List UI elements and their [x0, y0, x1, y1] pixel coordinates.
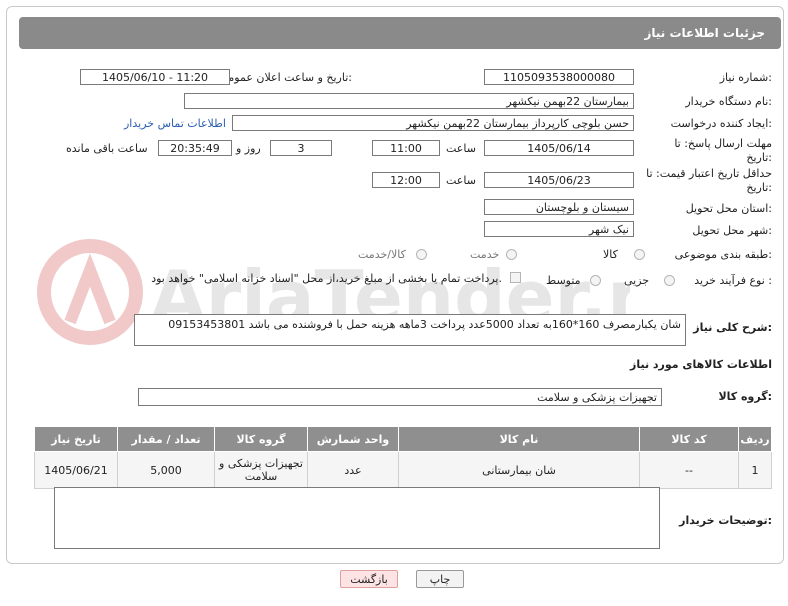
- col-row-header: ردیف: [738, 426, 772, 452]
- back-button[interactable]: بازگشت: [340, 570, 398, 588]
- reply-date-field: 1405/06/14: [484, 140, 634, 156]
- price-date-field: 1405/06/23: [484, 172, 634, 188]
- description-label: شرح کلی نیاز:: [693, 321, 772, 334]
- reply-deadline-label: مهلت ارسال پاسخ: تا تاریخ:: [674, 137, 772, 164]
- delivery-city-field: نیک شهر: [484, 221, 634, 237]
- goods-table: ردیف کد کالا نام کالا واحد شمارش گروه کا…: [34, 426, 772, 489]
- cell-row: 1: [738, 451, 772, 489]
- col-name-header: نام کالا: [398, 426, 640, 452]
- buyer-contact-link[interactable]: اطلاعات تماس خریدار: [124, 117, 226, 130]
- need-number-label: شماره نیاز:: [719, 71, 772, 84]
- purchase-minor-label: جزیی: [624, 274, 650, 287]
- delivery-province-label: استان محل تحویل:: [685, 202, 772, 215]
- goods-group-field: تجهیزات پزشکی و سلامت: [138, 388, 662, 406]
- treasury-payment-note: پرداخت تمام یا بخشی از مبلغ خرید،از محل …: [151, 272, 502, 285]
- price-validity-label: حداقل تاریخ اعتبار قیمت: تا تاریخ:: [646, 167, 772, 194]
- col-code-header: کد کالا: [639, 426, 739, 452]
- category-goods-service-label: کالا/خدمت: [358, 248, 406, 261]
- cell-qty: 5,000: [117, 451, 215, 489]
- delivery-province-field: سیستان و بلوچستان: [484, 199, 634, 215]
- purchase-medium-radio[interactable]: [590, 275, 601, 286]
- col-date-header: تاریخ نیاز: [34, 426, 118, 452]
- announce-label: تاریخ و ساعت اعلان عمومی:: [219, 71, 352, 84]
- purchase-type-label: نوع فرآیند خرید :: [694, 274, 772, 287]
- creator-label: ایجاد کننده درخواست:: [670, 117, 772, 130]
- buyer-notes-field[interactable]: [54, 487, 660, 549]
- category-service-radio[interactable]: [506, 249, 517, 260]
- category-goods-radio[interactable]: [634, 249, 645, 260]
- buyer-org-label: نام دستگاه خریدار:: [685, 95, 772, 108]
- price-time-field: 12:00: [372, 172, 440, 188]
- purchase-minor-radio[interactable]: [664, 275, 675, 286]
- days-field: 3: [270, 140, 332, 156]
- page-title: جزئیات اطلاعات نیاز: [19, 17, 781, 49]
- reply-time-label: ساعت: [446, 142, 476, 155]
- remaining-label: ساعت باقی مانده: [66, 142, 148, 155]
- category-service-label: خدمت: [470, 248, 500, 261]
- category-goods-label: کالا: [603, 248, 618, 261]
- buyer-org-field: بیمارستان 22بهمن نیکشهر: [184, 93, 634, 109]
- goods-info-title: اطلاعات کالاهای مورد نیاز: [630, 358, 772, 371]
- print-button[interactable]: چاپ: [416, 570, 464, 588]
- treasury-payment-checkbox[interactable]: [510, 272, 521, 283]
- cell-code: --: [639, 451, 739, 489]
- description-field[interactable]: شان یکبارمصرف 160*160به تعداد 5000عدد پر…: [134, 314, 686, 346]
- cell-group: تجهیزات پزشکی و سلامت: [214, 451, 308, 489]
- delivery-city-label: شهر محل تحویل:: [692, 224, 772, 237]
- category-goods-service-radio[interactable]: [416, 249, 427, 260]
- price-time-label: ساعت: [446, 174, 476, 187]
- purchase-medium-label: متوسط: [546, 274, 581, 287]
- announce-datetime-field: 1405/06/10 - 11:20: [80, 69, 230, 85]
- days-and-label: روز و: [236, 142, 261, 155]
- table-row: 1 -- شان بیمارستانی عدد تجهیزات پزشکی و …: [34, 451, 772, 489]
- reply-time-field: 11:00: [372, 140, 440, 156]
- cell-name: شان بیمارستانی: [398, 451, 640, 489]
- need-number-field: 1105093538000080: [484, 69, 634, 85]
- col-unit-header: واحد شمارش: [307, 426, 399, 452]
- remaining-time-field: 20:35:49: [158, 140, 232, 156]
- col-group-header: گروه کالا: [214, 426, 308, 452]
- buyer-notes-label: توضیحات خریدار:: [679, 514, 772, 527]
- goods-table-header: ردیف کد کالا نام کالا واحد شمارش گروه کا…: [34, 426, 772, 452]
- cell-date: 1405/06/21: [34, 451, 118, 489]
- col-qty-header: تعداد / مقدار: [117, 426, 215, 452]
- cell-unit: عدد: [307, 451, 399, 489]
- category-label: طبقه بندی موضوعی:: [674, 248, 772, 261]
- creator-field: حسن بلوچی کارپرداز بیمارستان 22بهمن نیکش…: [232, 115, 634, 131]
- goods-group-label: گروه کالا:: [718, 390, 772, 403]
